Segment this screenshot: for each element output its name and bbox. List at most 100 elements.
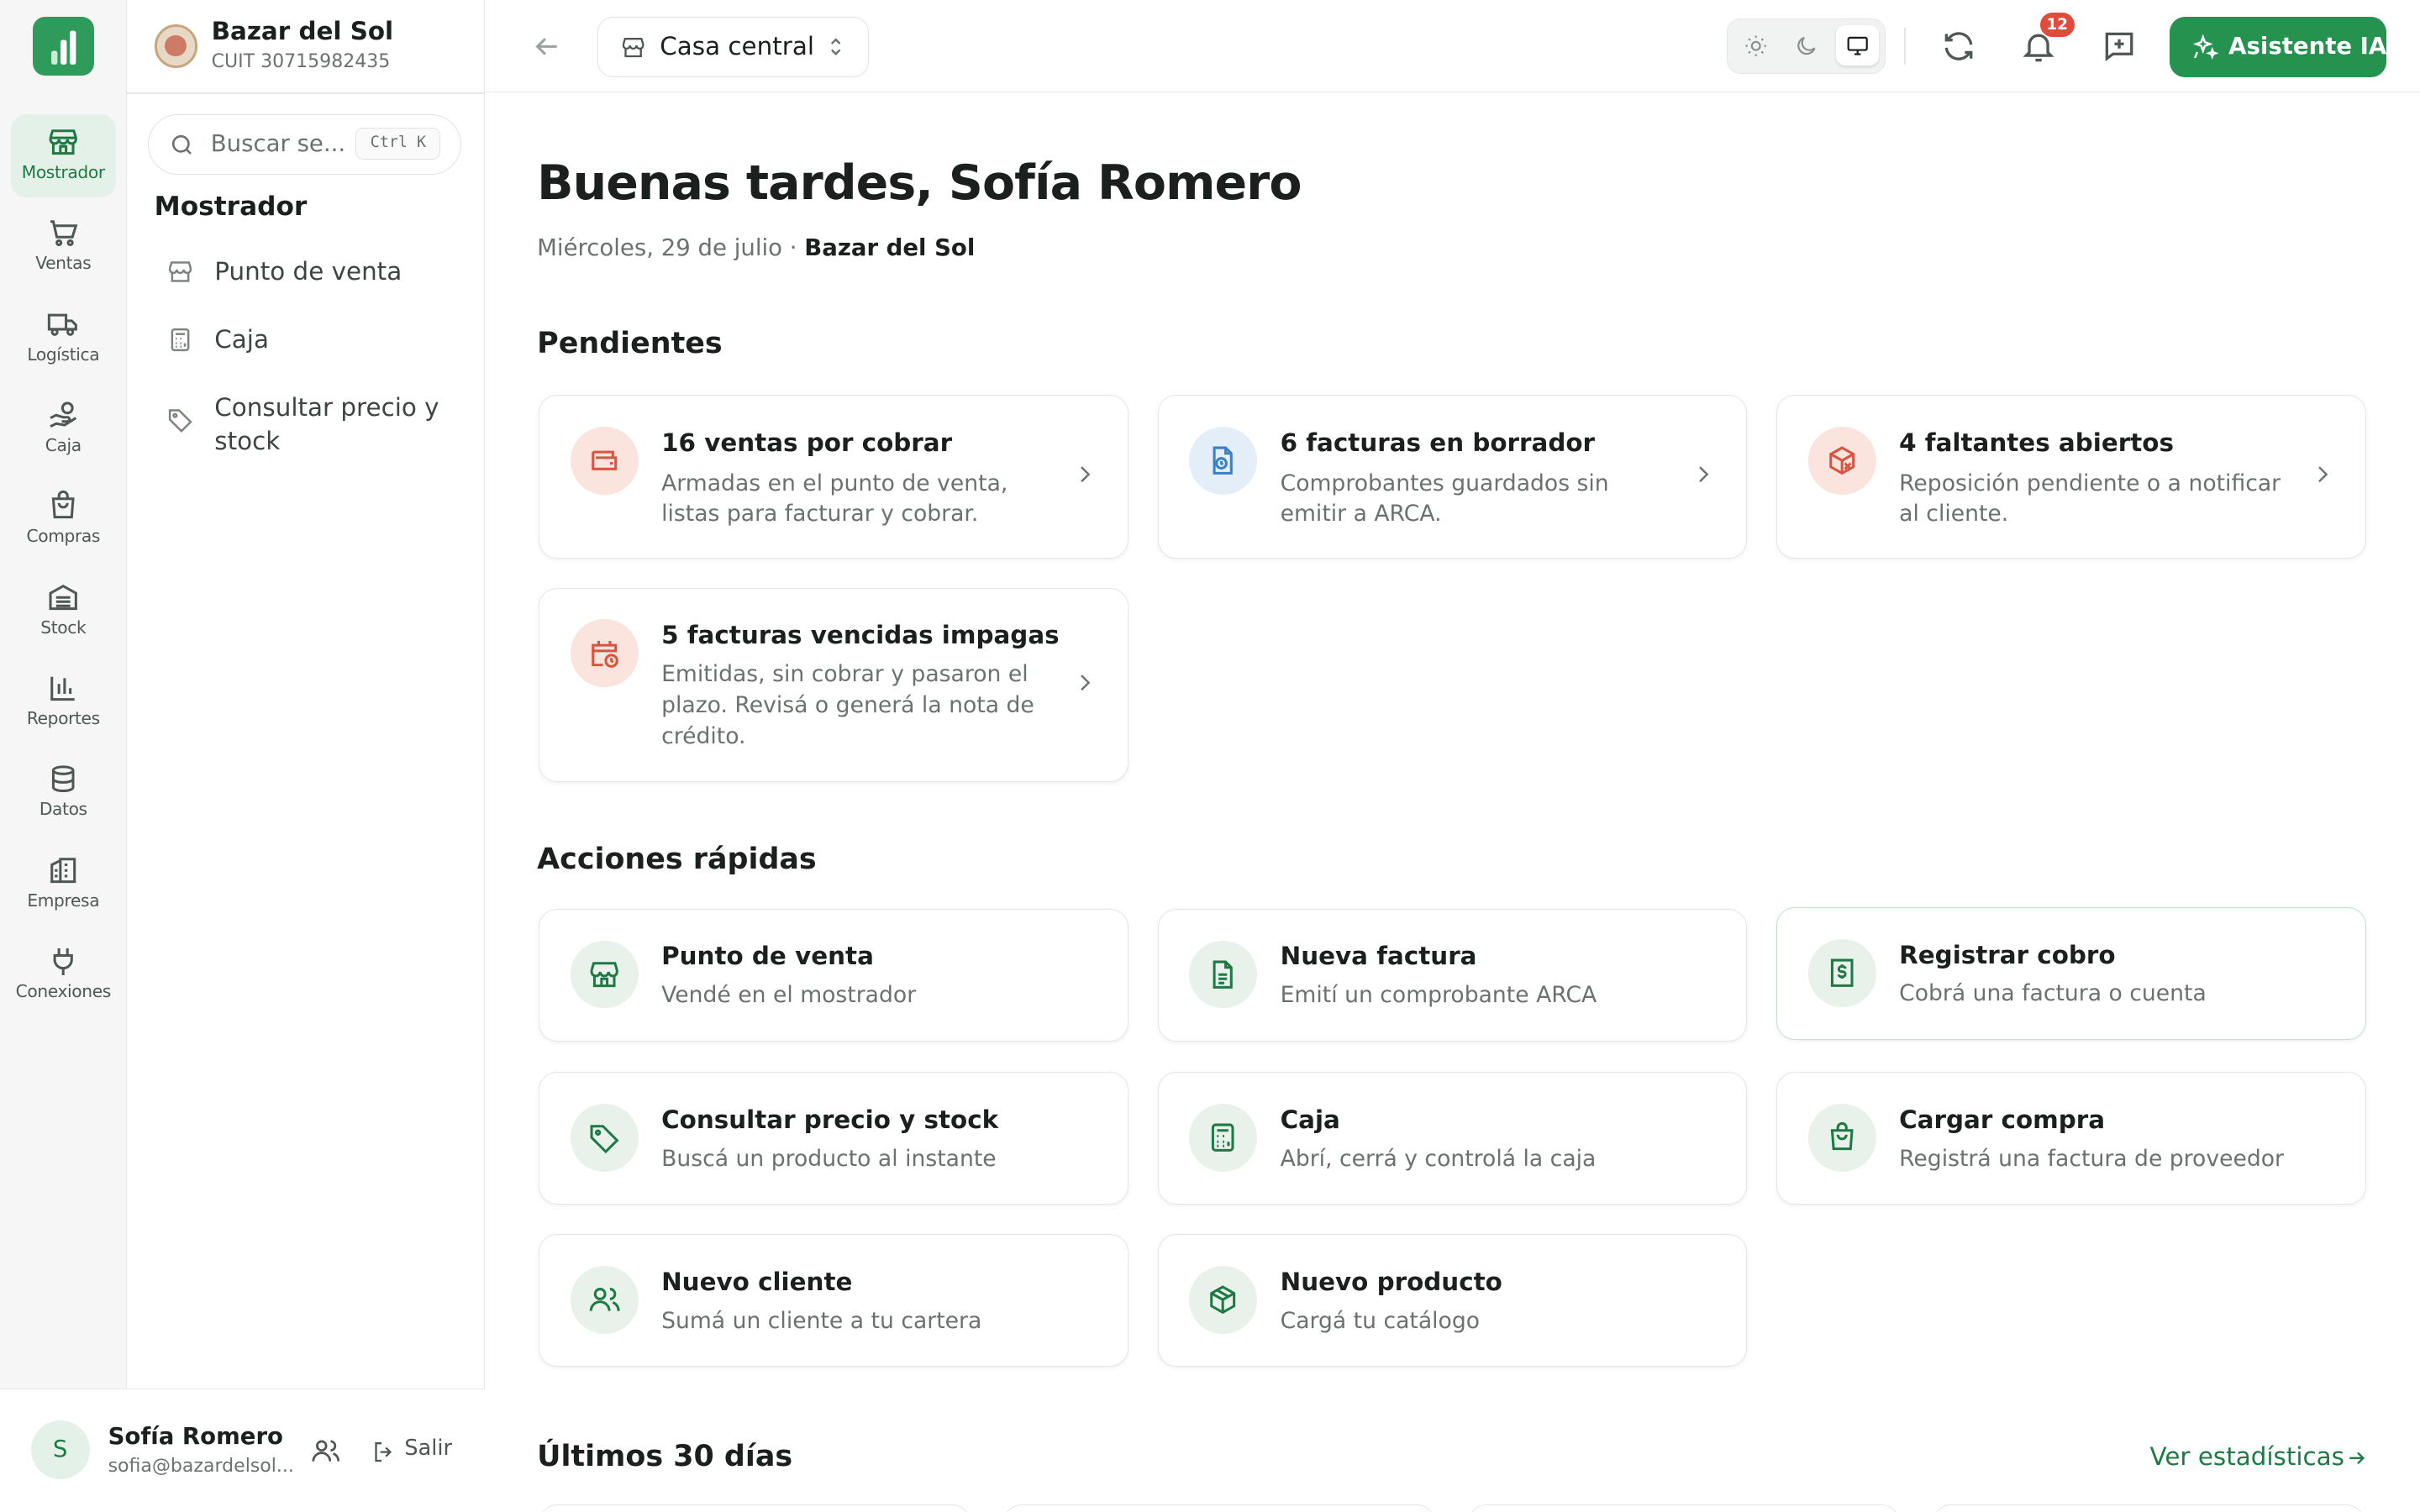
- search-input[interactable]: Buscar se... Ctrl K: [148, 113, 462, 175]
- arrow-left-icon[interactable]: [531, 31, 562, 62]
- calendar-clock-icon: [592, 640, 618, 668]
- quick-action-nuevo-cliente[interactable]: Nuevo cliente Sumá un cliente a tu carte…: [539, 1234, 1128, 1368]
- rail-label: Ventas: [35, 253, 92, 274]
- card-title: Nuevo cliente: [661, 1267, 853, 1296]
- card-description: Sumá un cliente a tu cartera: [661, 1307, 982, 1334]
- ai-assistant-button[interactable]: Asistente IA: [2170, 17, 2386, 77]
- card-description: Buscá un producto al instante: [661, 1145, 997, 1172]
- stat-card: [1002, 1504, 1436, 1512]
- rail-item-mostrador[interactable]: Mostrador: [10, 113, 116, 198]
- branch-selector[interactable]: Casa central: [597, 17, 870, 77]
- store-name: Bazar del Sol: [804, 234, 976, 262]
- ver-estadisticas-link[interactable]: Ver estadísticas: [2149, 1442, 2365, 1472]
- pending-card-vencidas[interactable]: 5 facturas vencidas impagas Emitidas, si…: [539, 587, 1128, 783]
- card-title: Nuevo producto: [1280, 1267, 1502, 1296]
- rail-item-reportes[interactable]: Reportes: [11, 660, 116, 743]
- store-icon: [622, 38, 644, 58]
- card-title: 16 ventas por cobrar: [661, 428, 953, 457]
- card-title: Consultar precio y stock: [661, 1105, 999, 1135]
- card-title: Nueva factura: [1280, 942, 1477, 971]
- card-icon-wrap: [570, 426, 639, 495]
- shopping-bag-icon: [1830, 1122, 1854, 1151]
- card-icon-wrap: [1807, 1104, 1876, 1173]
- rail-item-logistica[interactable]: Logística: [11, 297, 116, 380]
- rail-label: Stock: [40, 617, 87, 638]
- card-description: Armadas en el punto de venta, listas par…: [661, 470, 1008, 528]
- rail-label: Empresa: [27, 890, 100, 911]
- quick-action-caja[interactable]: Caja Abrí, cerrá y controlá la caja: [1157, 1072, 1748, 1205]
- pending-card-facturas-borrador[interactable]: 6 facturas en borrador Comprobantes guar…: [1157, 395, 1748, 559]
- pending-card-faltantes[interactable]: 4 faltantes abiertos Reposición pendient…: [1776, 395, 2366, 559]
- org-cuit: CUIT 30715982435: [211, 50, 391, 72]
- wallet-icon: [592, 450, 618, 470]
- org-name[interactable]: Bazar del Sol: [212, 17, 394, 45]
- org-logo[interactable]: [154, 24, 198, 68]
- page-title: Buenas tardes, Sofía Romero: [537, 155, 1302, 212]
- warehouse-icon: [49, 584, 77, 610]
- search-placeholder: Buscar se...: [210, 130, 346, 158]
- submenu-title: Mostrador: [154, 191, 308, 222]
- sparkles-icon: [2192, 34, 2219, 60]
- rail-item-compras[interactable]: Compras: [11, 478, 116, 561]
- card-description: Emití un comprobante ARCA: [1280, 982, 1597, 1009]
- rail-item-caja[interactable]: Caja: [11, 387, 116, 470]
- submenu-item-punto-de-venta[interactable]: Punto de venta: [166, 255, 460, 291]
- store-icon: [49, 129, 77, 155]
- card-description: Cargá tu catálogo: [1280, 1307, 1481, 1334]
- card-description: Vendé en el mostrador: [661, 982, 917, 1009]
- theme-switcher: [1727, 18, 1886, 75]
- building-icon: [50, 857, 76, 883]
- submenu-item-consultar-precio[interactable]: Consultar precio y stock: [166, 391, 460, 459]
- card-title: 5 facturas vencidas impagas: [661, 621, 1060, 650]
- card-description: Registrá una factura de proveedor: [1899, 1145, 2284, 1172]
- link-label: Ver estadísticas: [2149, 1442, 2344, 1472]
- quick-action-nueva-factura[interactable]: Nueva factura Emití un comprobante ARCA: [1157, 908, 1748, 1042]
- user-footer: S Sofía Romero sofia@bazardelsol... Sali…: [0, 1389, 485, 1512]
- rail-label: Compras: [26, 526, 101, 547]
- submenu-item-label: Consultar precio y stock: [214, 392, 439, 456]
- search-shortcut: Ctrl K: [355, 127, 441, 160]
- section-title-acciones: Acciones rápidas: [537, 842, 817, 876]
- file-clock-icon: [1213, 446, 1234, 475]
- rail-item-conexiones[interactable]: Conexiones: [11, 933, 116, 1016]
- chevron-right-icon: [1699, 466, 1709, 483]
- quick-action-registrar-cobro[interactable]: Registrar cobro Cobrá una factura o cuen…: [1776, 906, 2366, 1040]
- theme-light-button[interactable]: [1734, 25, 1777, 66]
- receipt-dollar-icon: [1830, 958, 1854, 987]
- refresh-icon[interactable]: [1940, 28, 1977, 65]
- submenu-item-caja[interactable]: Caja: [166, 323, 460, 360]
- card-title: Punto de venta: [661, 942, 874, 971]
- tag-icon: [169, 409, 193, 433]
- user-name: Sofía Romero: [108, 1423, 283, 1451]
- theme-system-button[interactable]: [1835, 25, 1880, 66]
- card-description: Emitidas, sin cobrar y pasaron el plazo.…: [661, 661, 1034, 749]
- quick-action-consultar-precio[interactable]: Consultar precio y stock Buscá un produc…: [539, 1072, 1128, 1205]
- card-icon-wrap: [1807, 938, 1876, 1007]
- database-icon: [51, 765, 75, 793]
- avatar[interactable]: S: [30, 1420, 90, 1479]
- date-text: Miércoles, 29 de julio ·: [537, 234, 805, 262]
- quick-action-nuevo-producto[interactable]: Nuevo producto Cargá tu catálogo: [1157, 1234, 1748, 1368]
- rail-item-datos[interactable]: Datos: [11, 751, 116, 834]
- rail-item-empresa[interactable]: Empresa: [11, 843, 116, 926]
- rail-item-stock[interactable]: Stock: [11, 570, 116, 653]
- calculator-icon: [171, 328, 190, 351]
- app-logo[interactable]: [32, 17, 95, 76]
- pending-card-ventas-por-cobrar[interactable]: 16 ventas por cobrar Armadas en el punto…: [539, 395, 1128, 559]
- user-email: sofia@bazardelsol...: [108, 1455, 293, 1477]
- rail-item-ventas[interactable]: Ventas: [11, 205, 116, 288]
- rail-label: Reportes: [26, 708, 100, 729]
- shopping-bag-icon: [51, 491, 75, 519]
- monitor-icon: [1847, 36, 1868, 55]
- message-plus-icon[interactable]: [2101, 28, 2138, 65]
- quick-action-punto-de-venta[interactable]: Punto de venta Vendé en el mostrador: [539, 908, 1128, 1042]
- moon-icon: [1797, 36, 1816, 55]
- card-title: 4 faltantes abiertos: [1899, 428, 2174, 457]
- calculator-icon: [1212, 1123, 1234, 1152]
- quick-action-cargar-compra[interactable]: Cargar compra Registrá una factura de pr…: [1776, 1072, 2366, 1205]
- stat-card: [1932, 1504, 2365, 1512]
- users-icon[interactable]: [310, 1436, 341, 1467]
- top-bar: Casa central 12 Asistente IA: [484, 0, 2420, 93]
- rail-label: Logística: [27, 344, 100, 365]
- theme-dark-button[interactable]: [1785, 25, 1828, 66]
